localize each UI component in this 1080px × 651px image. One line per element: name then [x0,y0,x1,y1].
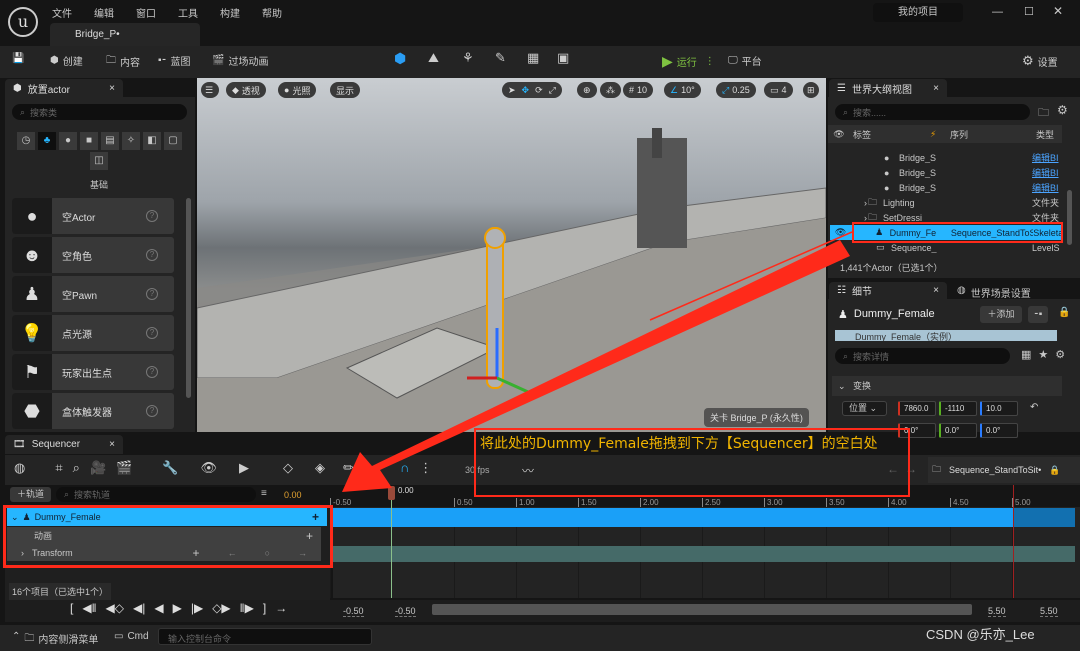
annotation-arrows [342,231,853,492]
thin-arrow-line [649,231,853,321]
drag-arrow [342,240,850,492]
